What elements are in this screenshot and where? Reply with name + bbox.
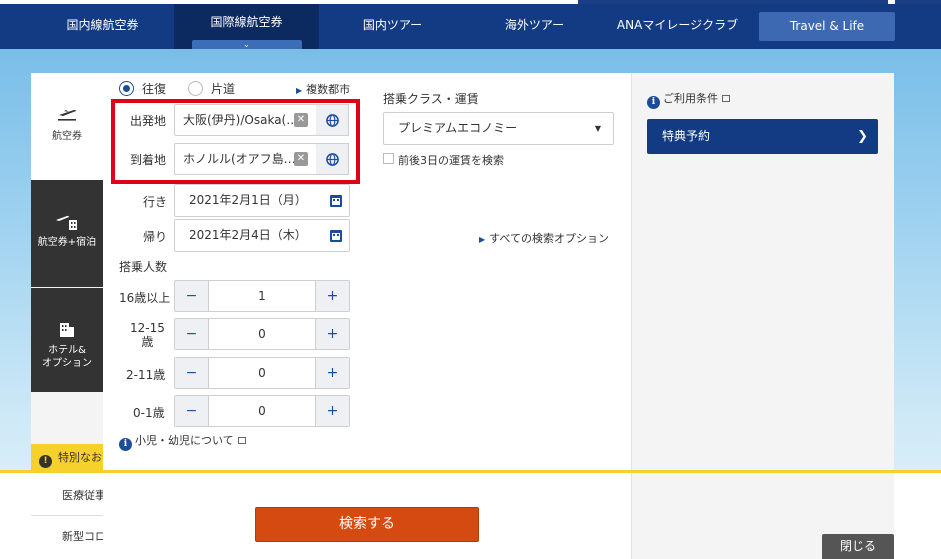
quantity-stepper-infant: − 0 +: [174, 395, 350, 427]
search-button[interactable]: 検索する: [255, 507, 479, 542]
terms-link[interactable]: i ご利用条件: [647, 90, 730, 109]
quantity-value: 1: [258, 289, 266, 303]
external-window-icon: [722, 95, 730, 102]
exclamation-icon: !: [39, 455, 52, 468]
increment-button[interactable]: +: [315, 281, 349, 311]
radio-round-trip-label[interactable]: 往復: [142, 80, 166, 97]
tab-hotel-options[interactable]: ホテル& オプション: [31, 288, 103, 392]
close-button[interactable]: 閉じる: [822, 534, 894, 559]
increment-button[interactable]: +: [315, 358, 349, 388]
flex-dates-checkbox[interactable]: [383, 153, 394, 164]
increment-button[interactable]: +: [315, 319, 349, 349]
outbound-date-value: 2021年2月1日（月）: [189, 193, 307, 207]
tab-hotel-options-label-line1: ホテル&: [48, 345, 86, 356]
radio-one-way-label[interactable]: 片道: [211, 80, 235, 97]
chevron-down-icon: ⌄: [191, 40, 302, 49]
nav-international-flights-label: 国際線航空券: [210, 15, 283, 29]
child-info-label: 小児・幼児について: [135, 434, 234, 447]
chevron-right-icon: ❯: [857, 129, 868, 144]
nav-international-flights[interactable]: 国際線航空券 ⌄: [174, 4, 319, 49]
outbound-date-label: 行き: [143, 195, 168, 209]
external-window-icon: [237, 437, 246, 444]
passengers-title: 搭乗人数: [119, 260, 168, 274]
multi-city-label: 複数都市: [306, 83, 351, 96]
info-icon: i: [647, 96, 660, 109]
all-options-label: すべての検索オプション: [489, 232, 609, 245]
quantity-stepper-adult: − 1 +: [174, 280, 350, 312]
cabin-title: 搭乗クラス・運賃: [383, 92, 479, 106]
tab-flights[interactable]: 航空券: [31, 73, 103, 180]
passenger-label-child: 2-11歳: [126, 368, 166, 382]
quantity-stepper-child: − 0 +: [174, 357, 350, 389]
passenger-label-youth-line2: 歳: [141, 335, 154, 349]
quantity-stepper-youth: − 0 +: [174, 318, 350, 350]
child-info-link[interactable]: i 小児・幼児について: [119, 432, 246, 451]
special-notice-label: 特別なお: [58, 451, 102, 464]
tab-flight-hotel[interactable]: 航空券+宿泊: [31, 180, 103, 287]
info-icon: i: [119, 438, 132, 451]
nav-travel-and-life[interactable]: Travel & Life: [759, 12, 895, 41]
passenger-label-infant: 0-1歳: [133, 406, 165, 420]
cabin-selected-value: プレミアムエコノミー: [398, 121, 518, 135]
terms-label: ご利用条件: [663, 92, 718, 105]
flex-dates-label[interactable]: 前後3日の運賃を検索: [398, 152, 504, 168]
return-date-label: 帰り: [143, 230, 168, 244]
increment-button[interactable]: +: [315, 396, 349, 426]
quantity-value: 0: [258, 404, 266, 418]
outbound-date-input[interactable]: 2021年2月1日（月）: [174, 184, 350, 217]
passenger-label-adult: 16歳以上: [119, 291, 171, 305]
multi-city-link[interactable]: ▶ 複数都市: [296, 81, 350, 97]
tab-flights-label: 航空券: [52, 131, 82, 142]
trip-type-group: 往復 片道: [119, 80, 257, 96]
tab-flight-hotel-label: 航空券+宿泊: [37, 237, 97, 248]
radio-one-way[interactable]: [188, 80, 204, 96]
passenger-label-youth: 12-15 歳: [130, 321, 165, 349]
highlight-box: [111, 99, 360, 184]
quantity-value: 0: [258, 327, 266, 341]
triangle-right-icon: ▶: [296, 86, 303, 95]
all-options-link[interactable]: ▶ すべての検索オプション: [479, 230, 609, 246]
return-date-value: 2021年2月4日（木）: [189, 228, 307, 242]
airplane-icon: [58, 109, 76, 121]
nav-domestic-tours[interactable]: 国内ツアー: [330, 4, 455, 49]
lower-page: [0, 473, 103, 559]
nav-ana-mileage-club[interactable]: ANAマイレージクラブ: [605, 4, 750, 49]
divider: [31, 515, 103, 516]
triangle-right-icon: ▶: [479, 235, 486, 244]
caret-down-icon: ▼: [594, 124, 601, 133]
nav-domestic-flights[interactable]: 国内線航空券: [40, 4, 165, 49]
building-icon: [60, 323, 74, 337]
plane-building-icon: [56, 215, 77, 230]
special-notice[interactable]: ! 特別なお: [31, 444, 103, 472]
global-nav: 国内線航空券 国際線航空券 ⌄ 国内ツアー 海外ツアー ANAマイレージクラブ …: [0, 4, 941, 49]
news-item[interactable]: 新型コロ: [62, 528, 103, 544]
decrement-button[interactable]: −: [175, 319, 209, 349]
quantity-value: 0: [258, 366, 266, 380]
news-item[interactable]: 医療従事: [62, 487, 103, 503]
cabin-select[interactable]: プレミアムエコノミー ▼: [383, 112, 614, 145]
award-booking-button[interactable]: 特典予約 ❯: [647, 119, 878, 154]
calendar-icon[interactable]: [330, 195, 342, 207]
lower-page: [894, 473, 941, 559]
award-booking-label: 特典予約: [662, 129, 711, 143]
calendar-icon[interactable]: [330, 230, 342, 242]
decrement-button[interactable]: −: [175, 358, 209, 388]
radio-round-trip[interactable]: [119, 80, 134, 96]
passenger-label-youth-line1: 12-15: [130, 321, 165, 335]
nav-overseas-tours[interactable]: 海外ツアー: [472, 4, 597, 49]
return-date-input[interactable]: 2021年2月4日（木）: [174, 219, 350, 252]
decrement-button[interactable]: −: [175, 281, 209, 311]
tab-hotel-options-label-line2: オプション: [42, 358, 92, 369]
decrement-button[interactable]: −: [175, 396, 209, 426]
